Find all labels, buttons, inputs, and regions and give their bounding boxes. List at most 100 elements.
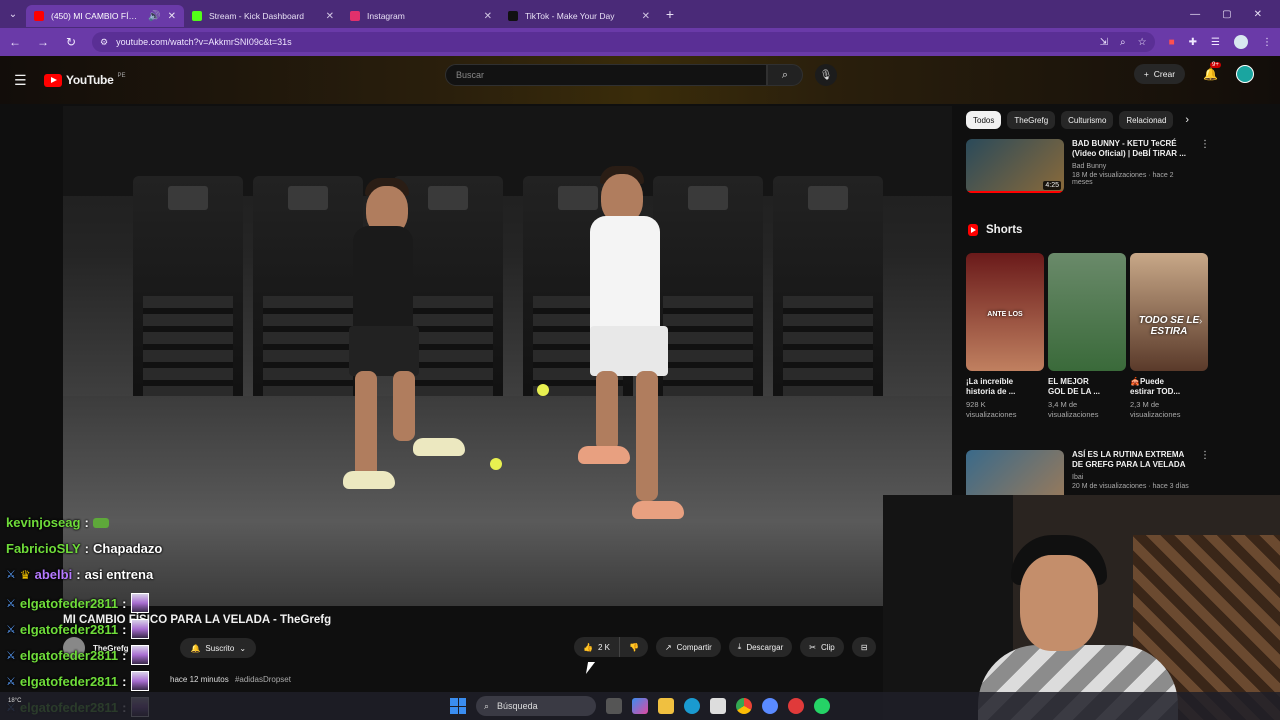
tab-close-icon[interactable]: ✕ — [642, 11, 650, 22]
video-frame-machine — [133, 176, 243, 406]
recommendation-title[interactable]: ASÍ ES LA RUTINA EXTREMA DE GREFG PARA L… — [1072, 450, 1192, 471]
short-title: ¡La increíble historia de ... — [966, 377, 1044, 398]
profile-avatar[interactable] — [1234, 35, 1248, 49]
extensions-puzzle-icon[interactable]: ✚ — [1189, 37, 1197, 48]
more-options-icon[interactable]: ⋮ — [1200, 139, 1210, 193]
hashtag[interactable]: #adidasDropset — [235, 675, 291, 684]
dislike-button[interactable]: 👎 — [619, 637, 648, 657]
bookmark-icon: ⊟ — [860, 642, 868, 652]
notifications-bell-icon[interactable]: 🔔 9+ — [1203, 62, 1221, 81]
new-tab-button[interactable]: + — [658, 6, 682, 22]
tab-instagram[interactable]: Instagram ✕ — [342, 5, 500, 27]
taskbar-search[interactable]: ⌕ Búsqueda — [476, 696, 596, 716]
short-item[interactable]: EL MEJOR GOL DE LA ... 3,4 M de visualiz… — [1048, 253, 1126, 419]
video-thumbnail[interactable]: 4:25 — [966, 139, 1064, 193]
shorts-title: Shorts — [986, 224, 1023, 236]
create-button[interactable]: + Crear — [1133, 64, 1186, 84]
subscribed-button[interactable]: 🔔 Suscrito ⌄ — [180, 638, 257, 658]
whatsapp-icon[interactable] — [814, 698, 830, 714]
zoom-icon[interactable]: ⌕ — [1120, 37, 1126, 48]
short-item[interactable]: TODO SE LE ESTIRA 🎪Puede estirar TOD... … — [1130, 253, 1208, 419]
minimize-icon[interactable]: — — [1190, 9, 1200, 20]
short-thumbnail[interactable]: ANTE LOS — [966, 253, 1044, 371]
copilot-icon[interactable] — [632, 698, 648, 714]
recommendation-channel[interactable]: Ibai — [1072, 474, 1192, 481]
browser-active-icon[interactable] — [762, 698, 778, 714]
recommendation-item[interactable]: 4:25 BAD BUNNY - KETU TeCRÉ (Video Ofici… — [966, 139, 1210, 193]
tab-close-icon[interactable]: ✕ — [326, 11, 334, 22]
shorts-logo-icon — [968, 224, 978, 236]
browser-menu-icon[interactable]: ⋮ — [1262, 37, 1272, 48]
window-controls: — ▢ ✕ — [1190, 9, 1280, 20]
tab-kick[interactable]: Stream - Kick Dashboard ✕ — [184, 5, 342, 27]
extensions-area: ■ ✚ ☰ ⋮ — [1169, 35, 1272, 49]
chat-text: Chapadazo — [93, 541, 163, 556]
youtube-logo[interactable]: YouTube PE — [44, 73, 125, 87]
share-button[interactable]: ↗ Compartir — [655, 637, 721, 657]
chip-relacionados[interactable]: Relacionad — [1119, 111, 1174, 129]
reload-icon[interactable]: ↻ — [64, 35, 78, 49]
views-line: visualizaciones — [1130, 409, 1181, 419]
tab-tiktok[interactable]: TikTok - Make Your Day ✕ — [500, 5, 658, 27]
recommendation-info: BAD BUNNY - KETU TeCRÉ (Video Oficial) |… — [1072, 139, 1192, 193]
chevron-right-icon[interactable]: › — [1185, 114, 1189, 126]
tab-close-icon[interactable]: ✕ — [168, 11, 176, 22]
video-player[interactable] — [63, 106, 952, 606]
logo-wordmark: YouTube — [66, 73, 114, 87]
close-window-icon[interactable]: ✕ — [1254, 9, 1262, 20]
title-line: estirar TOD... — [1130, 387, 1181, 397]
tab-search-icon[interactable]: ⌄ — [0, 0, 26, 28]
microphone-icon[interactable]: 🎙 — [815, 64, 837, 86]
description-preview[interactable]: hace 12 minutos #adidasDropset — [170, 675, 291, 684]
chip-thegrefg[interactable]: TheGrefg — [1007, 111, 1056, 129]
clip-button[interactable]: ✂ Clip — [800, 637, 844, 657]
like-button[interactable]: 👍 2 K — [574, 637, 619, 657]
file-explorer-icon[interactable] — [658, 698, 674, 714]
recommendation-title[interactable]: BAD BUNNY - KETU TeCRÉ (Video Oficial) |… — [1072, 139, 1192, 160]
short-item[interactable]: ANTE LOS ¡La increíble historia de ... 9… — [966, 253, 1044, 419]
short-thumbnail[interactable] — [1048, 253, 1126, 371]
sidebar-icon[interactable]: ☰ — [1211, 37, 1220, 48]
youtube-header: ☰ YouTube PE Buscar ⌕ 🎙 + Crear 🔔 9+ — [0, 56, 1280, 104]
recommendation-channel[interactable]: Bad Bunny — [1072, 163, 1192, 170]
chevron-right-icon[interactable]: › — [1199, 316, 1202, 327]
header-actions: + Crear 🔔 9+ — [1133, 62, 1254, 84]
bookmark-star-icon[interactable]: ☆ — [1138, 37, 1147, 48]
windows-start-icon[interactable] — [450, 698, 466, 714]
download-button[interactable]: ⤓ Descargar — [728, 637, 793, 657]
store-icon[interactable] — [710, 698, 726, 714]
search-input[interactable]: Buscar — [445, 64, 767, 86]
chip-culturismo[interactable]: Culturismo — [1061, 111, 1114, 129]
weather-widget[interactable]: 18°C — [8, 698, 21, 704]
search-area: Buscar ⌕ 🎙 — [445, 64, 837, 86]
app-icon[interactable] — [788, 698, 804, 714]
edge-icon[interactable] — [684, 698, 700, 714]
account-avatar[interactable] — [1236, 65, 1254, 83]
maximize-icon[interactable]: ▢ — [1222, 9, 1231, 20]
chip-todos[interactable]: Todos — [966, 111, 1002, 129]
tab-audio-icon[interactable]: 🔊 — [148, 11, 160, 22]
tab-youtube[interactable]: (450) MI CAMBIO FÍSICO P 🔊 ✕ — [26, 5, 184, 27]
webcam-overlay — [883, 495, 1280, 720]
tab-close-icon[interactable]: ✕ — [484, 11, 492, 22]
tiktok-favicon-icon — [508, 11, 518, 21]
emote-icon — [92, 517, 109, 528]
short-thumbnail[interactable]: TODO SE LE ESTIRA — [1130, 253, 1208, 371]
extension-icon[interactable]: ■ — [1169, 37, 1175, 48]
address-bar[interactable]: ⚙ youtube.com/watch?v=AkkmrSNI09c&t=31s … — [92, 32, 1155, 52]
forward-icon[interactable]: → — [36, 35, 50, 49]
sword-badge-icon: ⚔ — [6, 597, 16, 610]
menu-icon[interactable]: ☰ — [14, 72, 34, 89]
title-line: ¡La increíble — [966, 377, 1014, 386]
back-icon[interactable]: ← — [8, 35, 22, 49]
save-button[interactable]: ⊟ — [851, 637, 877, 657]
chrome-icon[interactable] — [736, 698, 752, 714]
chat-username: elgatofeder2811 — [19, 647, 119, 663]
share-icon: ↗ — [664, 642, 672, 652]
search-icon[interactable]: ⌕ — [767, 64, 803, 86]
install-app-icon[interactable]: ⇲ — [1100, 37, 1108, 48]
task-view-icon[interactable] — [606, 698, 622, 714]
shorts-shelf: ANTE LOS ¡La increíble historia de ... 9… — [966, 253, 1208, 419]
upload-time: hace 12 minutos — [170, 675, 229, 684]
site-info-icon[interactable]: ⚙ — [100, 37, 108, 48]
